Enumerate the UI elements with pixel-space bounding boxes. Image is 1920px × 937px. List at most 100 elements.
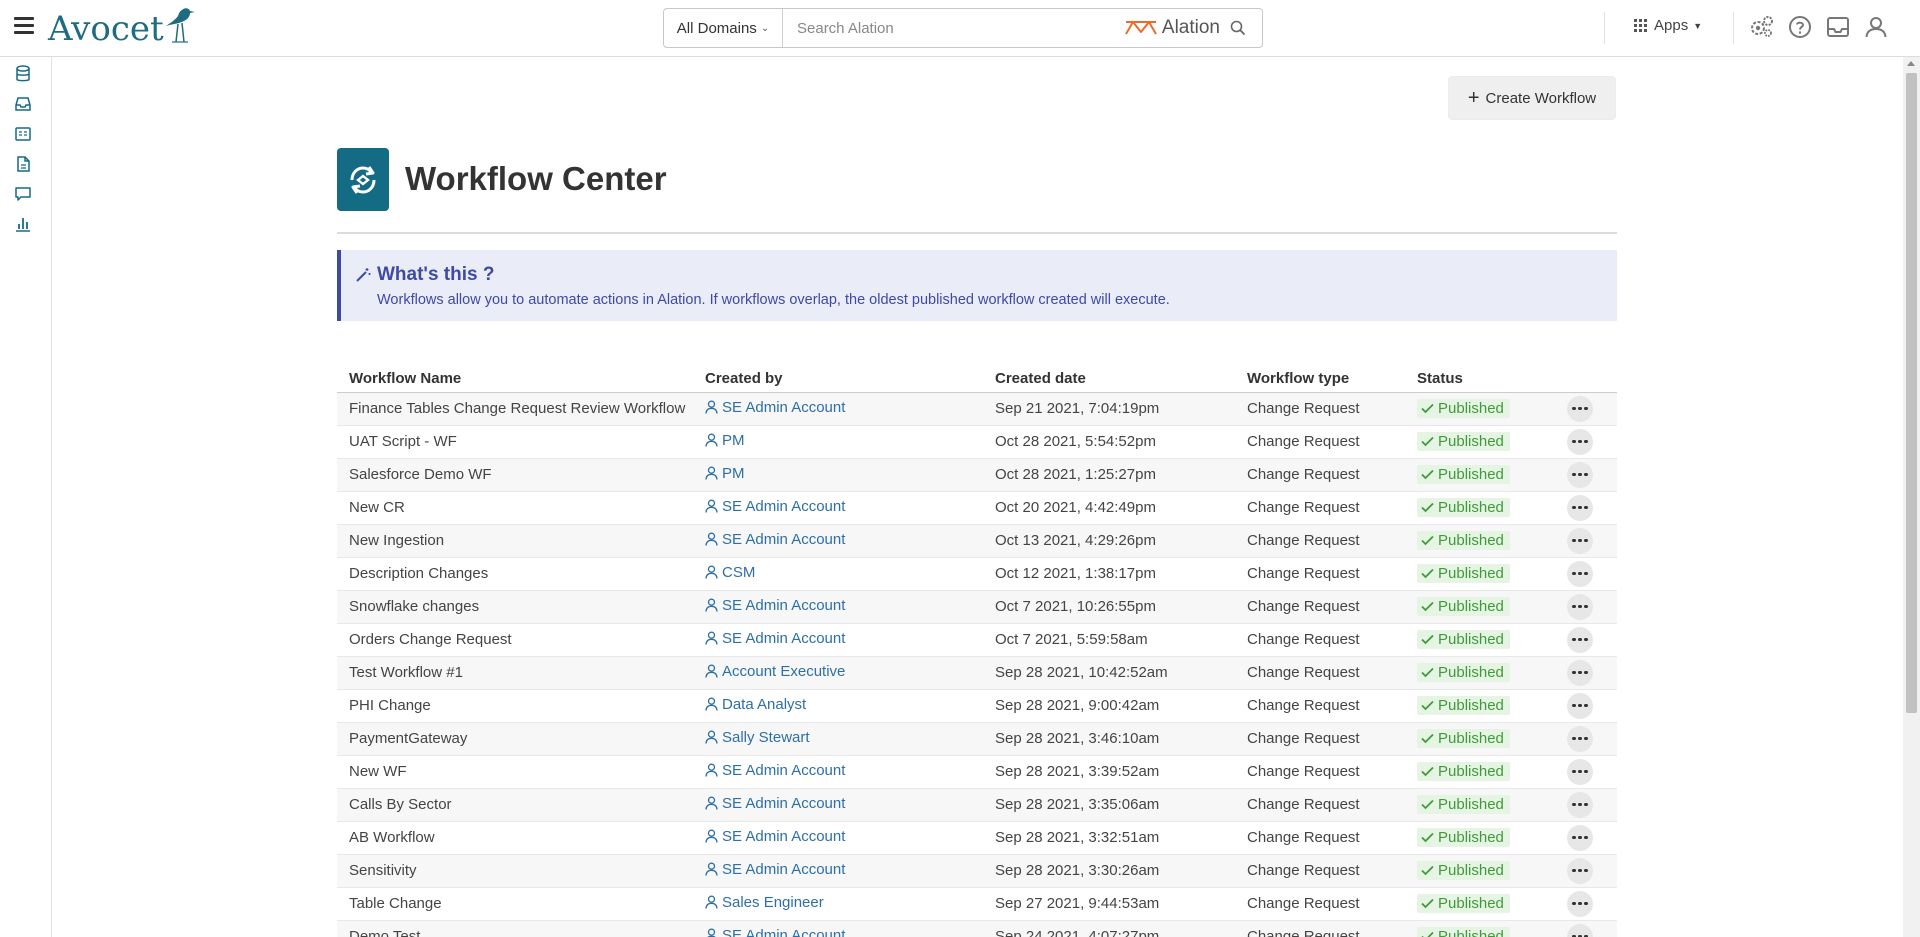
more-options-icon[interactable]	[1567, 758, 1593, 785]
gears-icon[interactable]	[1749, 14, 1775, 40]
page-scrollbar[interactable]	[1903, 57, 1920, 937]
column-header-created-date[interactable]: Created date	[983, 364, 1235, 393]
workflow-name-cell[interactable]: Orders Change Request	[337, 623, 693, 657]
created-by-link[interactable]: SE Admin Account	[705, 630, 845, 647]
more-options-icon[interactable]	[1567, 857, 1593, 884]
more-options-icon[interactable]	[1567, 923, 1593, 937]
column-header-status[interactable]: Status	[1405, 364, 1555, 393]
workflow-name[interactable]: Snowflake changes	[349, 598, 479, 615]
table-row[interactable]: Test Workflow #1 Account Executive Sep 2…	[337, 656, 1617, 690]
created-by-link[interactable]: SE Admin Account	[705, 531, 845, 548]
table-row[interactable]: AB Workflow SE Admin Account Sep 28 2021…	[337, 821, 1617, 855]
workflow-name[interactable]: PaymentGateway	[349, 730, 467, 747]
table-row[interactable]: Table Change Sales Engineer Sep 27 2021,…	[337, 887, 1617, 921]
table-row[interactable]: Finance Tables Change Request Review Wor…	[337, 392, 1617, 426]
created-by-link[interactable]: PM	[705, 432, 745, 449]
created-by-link[interactable]: Sales Engineer	[705, 894, 824, 911]
more-options-icon[interactable]	[1567, 461, 1593, 488]
more-options-icon[interactable]	[1567, 428, 1593, 455]
more-options-icon[interactable]	[1567, 593, 1593, 620]
created-by-link[interactable]: Account Executive	[705, 663, 845, 680]
workflow-name[interactable]: Calls By Sector	[349, 796, 452, 813]
brand-logo[interactable]: Avocet	[48, 8, 196, 50]
document-icon[interactable]	[14, 155, 32, 173]
more-options-icon[interactable]	[1567, 659, 1593, 686]
created-by-link[interactable]: Sally Stewart	[705, 729, 810, 746]
database-icon[interactable]	[14, 65, 32, 83]
workflow-name[interactable]: New CR	[349, 499, 405, 516]
workflow-name[interactable]: Orders Change Request	[349, 631, 512, 648]
created-by-link[interactable]: SE Admin Account	[705, 795, 845, 812]
create-workflow-button[interactable]: + Create Workflow	[1448, 76, 1616, 120]
table-row[interactable]: New WF SE Admin Account Sep 28 2021, 3:3…	[337, 755, 1617, 789]
created-by-link[interactable]: SE Admin Account	[705, 762, 845, 779]
table-row[interactable]: UAT Script - WF PM Oct 28 2021, 5:54:52p…	[337, 425, 1617, 459]
workflow-name[interactable]: Description Changes	[349, 565, 488, 582]
table-row[interactable]: PHI Change Data Analyst Sep 28 2021, 9:0…	[337, 689, 1617, 723]
search-icon[interactable]	[1230, 20, 1246, 36]
domain-select[interactable]: All Domains ⌄	[664, 9, 783, 47]
created-by-link[interactable]: SE Admin Account	[705, 861, 845, 878]
inbox-tray-icon[interactable]	[14, 95, 32, 113]
workflow-name[interactable]: Finance Tables Change Request Review Wor…	[349, 400, 685, 417]
article-icon[interactable]	[14, 125, 32, 143]
help-circle-icon[interactable]	[1787, 14, 1813, 40]
created-by-link[interactable]: SE Admin Account	[705, 498, 845, 515]
workflow-name[interactable]: Demo Test	[349, 928, 420, 937]
more-options-icon[interactable]	[1567, 725, 1593, 752]
more-options-icon[interactable]	[1567, 890, 1593, 917]
more-options-icon[interactable]	[1567, 626, 1593, 653]
user-icon[interactable]	[1863, 14, 1889, 40]
workflow-name-cell[interactable]: Sensitivity	[337, 854, 693, 888]
column-header-workflow-type[interactable]: Workflow type	[1235, 364, 1405, 393]
hamburger-menu-icon[interactable]	[14, 17, 34, 35]
bar-chart-icon[interactable]	[14, 215, 32, 233]
workflow-name[interactable]: AB Workflow	[349, 829, 435, 846]
workflow-name-cell[interactable]: Demo Test	[337, 920, 693, 937]
created-by-link[interactable]: SE Admin Account	[705, 927, 845, 937]
table-row[interactable]: Demo Test SE Admin Account Sep 24 2021, …	[337, 920, 1617, 937]
table-row[interactable]: New Ingestion SE Admin Account Oct 13 20…	[337, 524, 1617, 558]
created-by-link[interactable]: SE Admin Account	[705, 828, 845, 845]
workflow-name[interactable]: Test Workflow #1	[349, 664, 463, 681]
workflow-name-cell[interactable]: Snowflake changes	[337, 590, 693, 624]
workflow-name-cell[interactable]: Finance Tables Change Request Review Wor…	[337, 392, 693, 426]
more-options-icon[interactable]	[1567, 395, 1593, 422]
workflow-name-cell[interactable]: Calls By Sector	[337, 788, 693, 822]
table-row[interactable]: Orders Change Request SE Admin Account O…	[337, 623, 1617, 657]
more-options-icon[interactable]	[1567, 692, 1593, 719]
workflow-name[interactable]: Sensitivity	[349, 862, 417, 879]
workflow-name-cell[interactable]: New Ingestion	[337, 524, 693, 558]
created-by-link[interactable]: CSM	[705, 564, 755, 581]
column-header-created-by[interactable]: Created by	[693, 364, 983, 393]
workflow-name[interactable]: Salesforce Demo WF	[349, 466, 492, 483]
workflow-name[interactable]: Table Change	[349, 895, 442, 912]
workflow-name-cell[interactable]: Test Workflow #1	[337, 656, 693, 690]
workflow-name-cell[interactable]: UAT Script - WF	[337, 425, 693, 459]
created-by-link[interactable]: PM	[705, 465, 745, 482]
table-row[interactable]: Sensitivity SE Admin Account Sep 28 2021…	[337, 854, 1617, 888]
workflow-name-cell[interactable]: New WF	[337, 755, 693, 789]
inbox-icon[interactable]	[1825, 14, 1851, 40]
more-options-icon[interactable]	[1567, 527, 1593, 554]
workflow-name-cell[interactable]: Salesforce Demo WF	[337, 458, 693, 492]
created-by-link[interactable]: SE Admin Account	[705, 597, 845, 614]
created-by-link[interactable]: SE Admin Account	[705, 399, 845, 416]
workflow-name[interactable]: UAT Script - WF	[349, 433, 457, 450]
table-row[interactable]: New CR SE Admin Account Oct 20 2021, 4:4…	[337, 491, 1617, 525]
workflow-name[interactable]: New Ingestion	[349, 532, 444, 549]
created-by-link[interactable]: Data Analyst	[705, 696, 806, 713]
scroll-thumb[interactable]	[1906, 73, 1917, 713]
workflow-name[interactable]: New WF	[349, 763, 407, 780]
workflow-name[interactable]: PHI Change	[349, 697, 431, 714]
workflow-name-cell[interactable]: AB Workflow	[337, 821, 693, 855]
table-row[interactable]: Salesforce Demo WF PM Oct 28 2021, 1:25:…	[337, 458, 1617, 492]
search-input[interactable]	[783, 9, 1124, 47]
apps-menu-button[interactable]: Apps ▼	[1634, 17, 1702, 34]
workflow-name-cell[interactable]: PaymentGateway	[337, 722, 693, 756]
workflow-name-cell[interactable]: PHI Change	[337, 689, 693, 723]
table-row[interactable]: PaymentGateway Sally Stewart Sep 28 2021…	[337, 722, 1617, 756]
more-options-icon[interactable]	[1567, 560, 1593, 587]
column-header-workflow-name[interactable]: Workflow Name	[337, 364, 693, 393]
table-row[interactable]: Description Changes CSM Oct 12 2021, 1:3…	[337, 557, 1617, 591]
